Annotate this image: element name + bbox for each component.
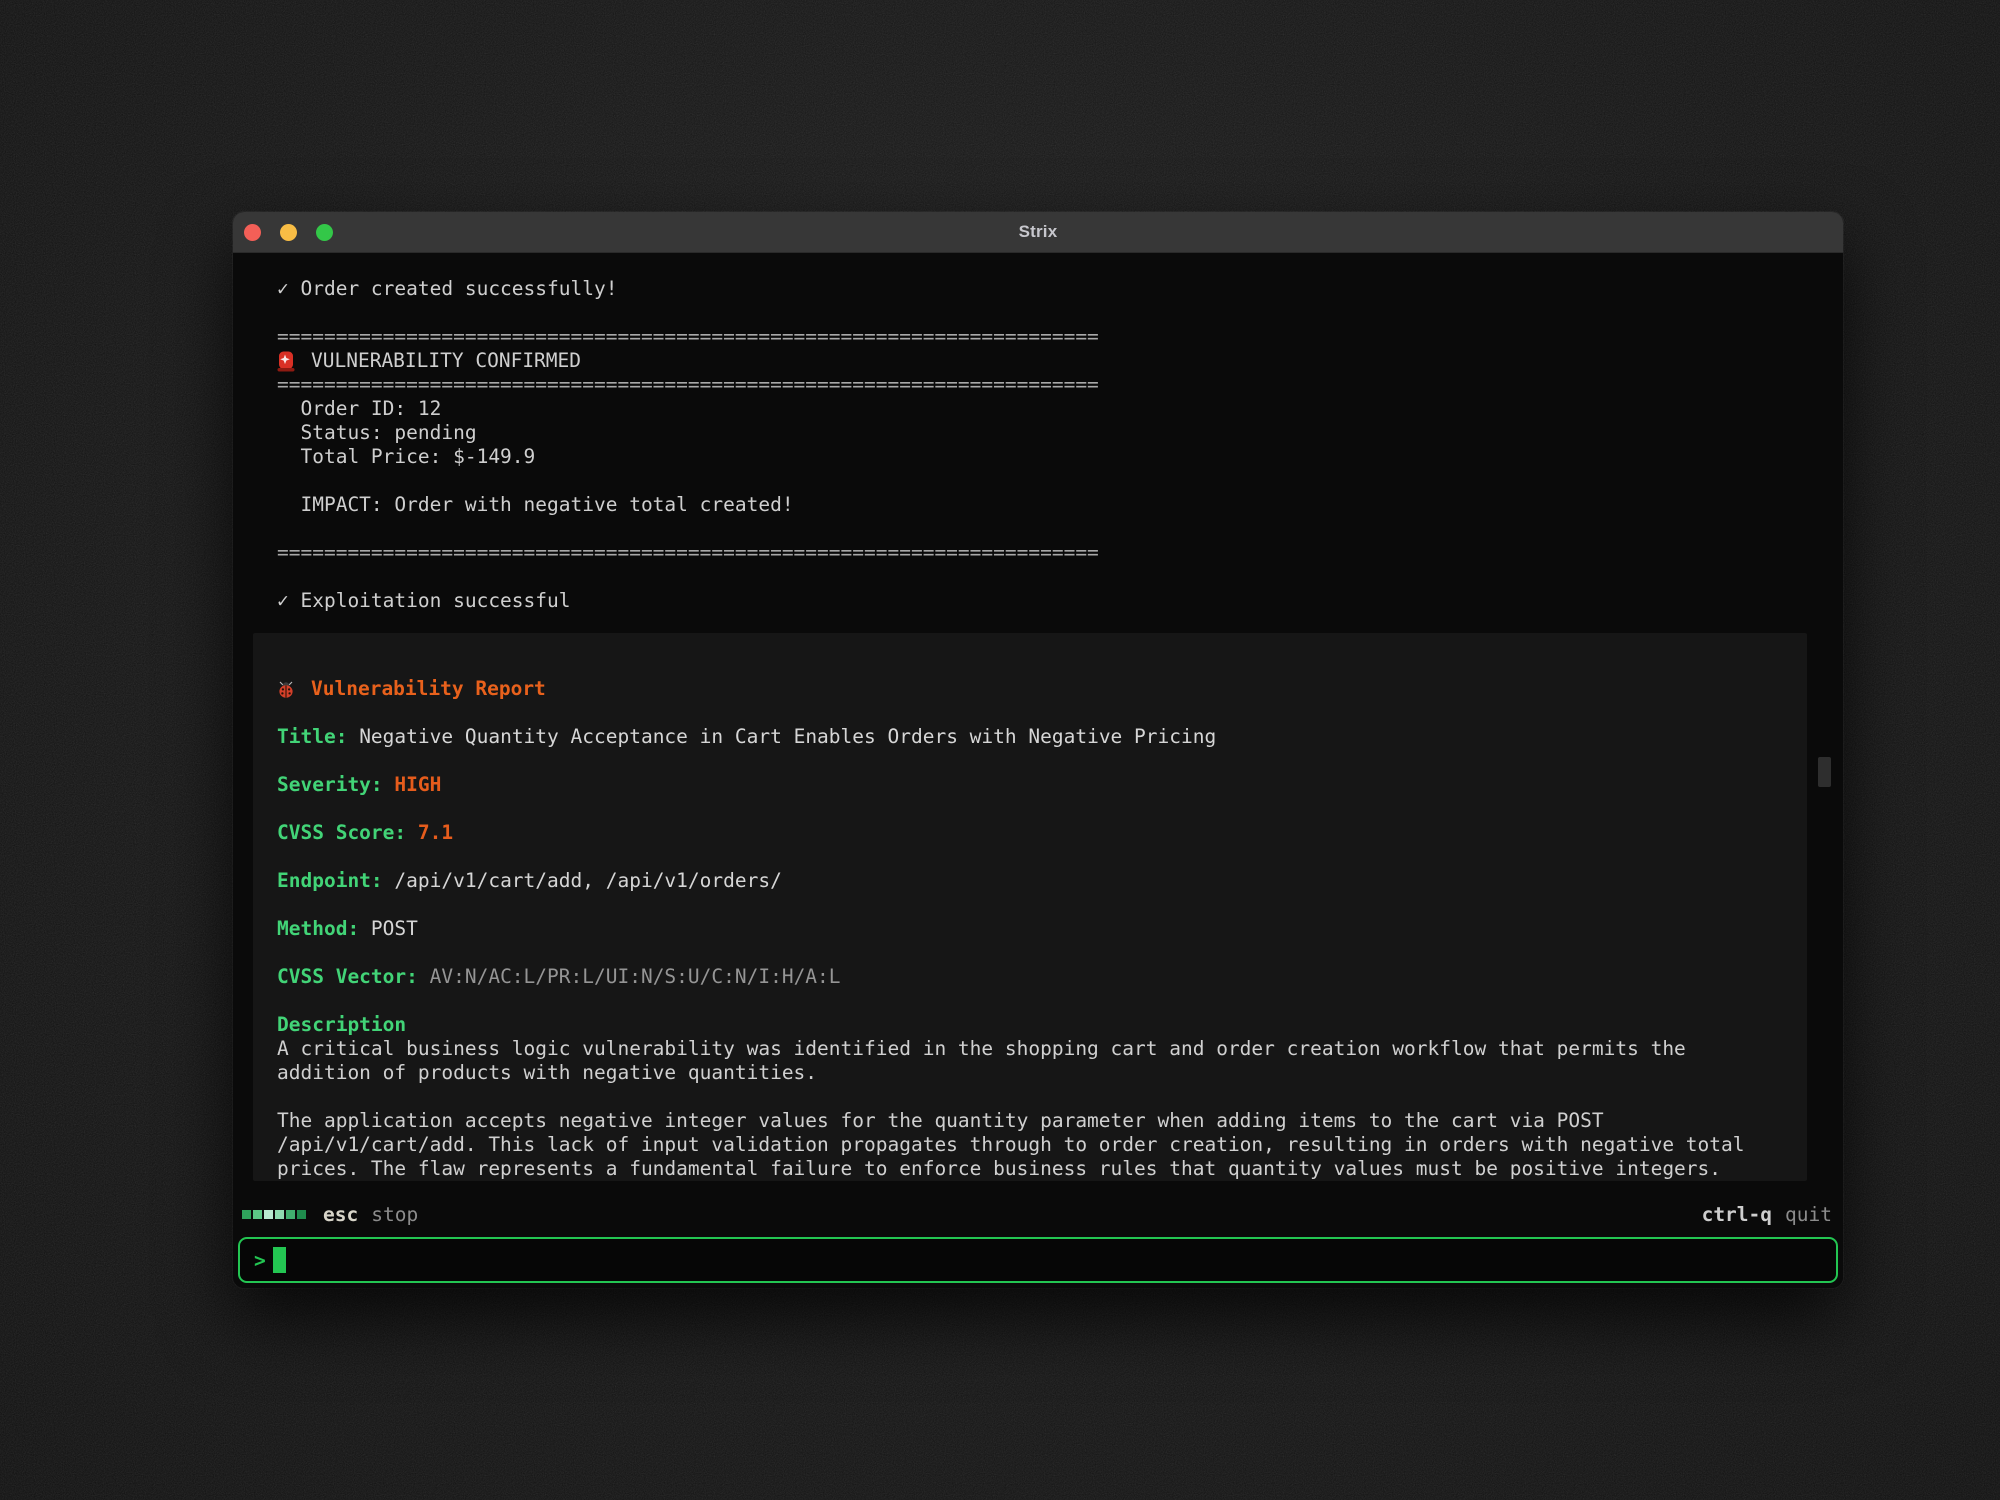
activity-dot <box>297 1210 306 1219</box>
separator-line: ========================================… <box>277 325 1843 349</box>
report-title: Vulnerability Report <box>311 677 546 701</box>
report-header-line: Vulnerability Report <box>277 677 1783 701</box>
report-field-title: Title: Negative Quantity Acceptance in C… <box>277 725 1783 749</box>
total-price-line: Total Price: $-149.9 <box>277 445 1843 469</box>
title-value: Negative Quantity Acceptance in Cart Ena… <box>347 725 1216 748</box>
input-area: > <box>233 1232 1843 1288</box>
exploitation-message: ✓ Exploitation successful <box>277 589 1843 613</box>
severity-label: Severity: <box>277 773 383 796</box>
quit-action-label: quit <box>1785 1203 1832 1226</box>
description-heading: Description <box>277 1013 1783 1037</box>
esc-key-hint: esc <box>323 1203 358 1226</box>
status-line: Status: pending <box>277 421 1843 445</box>
cvss-score-value: 7.1 <box>406 821 453 844</box>
severity-badge: HIGH <box>383 773 442 796</box>
activity-indicator <box>242 1210 306 1219</box>
report-field-endpoint: Endpoint: /api/v1/cart/add, /api/v1/orde… <box>277 869 1783 893</box>
cvss-vector-label: CVSS Vector: <box>277 965 418 988</box>
method-value: POST <box>359 917 418 940</box>
separator-line: ========================================… <box>277 541 1843 565</box>
prompt-chevron: > <box>254 1249 266 1272</box>
description-line: prices. The flaw represents a fundamenta… <box>277 1157 1783 1181</box>
description-line: The application accepts negative integer… <box>277 1109 1783 1133</box>
scrollbar-thumb[interactable] <box>1818 757 1831 787</box>
order-created-message: ✓ Order created successfully! <box>277 277 1843 301</box>
title-label: Title: <box>277 725 347 748</box>
cvss-score-label: CVSS Score: <box>277 821 406 844</box>
strix-window: Strix ✓ Order created successfully! ====… <box>233 212 1843 1288</box>
description-line: addition of products with negative quant… <box>277 1061 1783 1085</box>
endpoint-label: Endpoint: <box>277 869 383 892</box>
vulnerability-confirmed-label: VULNERABILITY CONFIRMED <box>311 349 581 373</box>
status-bar: esc stop ctrl-q quit <box>233 1196 1843 1232</box>
method-label: Method: <box>277 917 359 940</box>
activity-dot <box>286 1210 295 1219</box>
vulnerability-confirmed-line: VULNERABILITY CONFIRMED <box>277 349 1843 373</box>
impact-line: IMPACT: Order with negative total create… <box>277 493 1843 517</box>
window-title: Strix <box>233 222 1843 242</box>
esc-action-label: stop <box>371 1203 418 1226</box>
text-cursor <box>273 1247 286 1273</box>
description-line: /api/v1/cart/add. This lack of input val… <box>277 1133 1783 1157</box>
report-field-cvss-score: CVSS Score: 7.1 <box>277 821 1783 845</box>
activity-dot <box>264 1210 273 1219</box>
activity-dot <box>253 1210 262 1219</box>
endpoint-value: /api/v1/cart/add, /api/v1/orders/ <box>383 869 782 892</box>
order-id-line: Order ID: 12 <box>277 397 1843 421</box>
description-line: A critical business logic vulnerability … <box>277 1037 1783 1061</box>
report-field-method: Method: POST <box>277 917 1783 941</box>
report-field-cvss-vector: CVSS Vector: AV:N/AC:L/PR:L/UI:N/S:U/C:N… <box>277 965 1783 989</box>
title-bar: Strix <box>233 212 1843 253</box>
terminal-log: ✓ Order created successfully! ==========… <box>277 277 1843 613</box>
quit-key-hint: ctrl-q <box>1702 1203 1772 1226</box>
bug-icon <box>277 680 295 699</box>
terminal-output[interactable]: ✓ Order created successfully! ==========… <box>233 253 1843 1196</box>
report-field-severity: Severity: HIGH <box>277 773 1783 797</box>
command-input[interactable]: > <box>238 1237 1838 1283</box>
vulnerability-report-panel: Vulnerability Report Title: Negative Qua… <box>253 633 1807 1181</box>
activity-dot <box>242 1210 251 1219</box>
siren-icon <box>277 351 295 372</box>
activity-dot <box>275 1210 284 1219</box>
cvss-vector-value: AV:N/AC:L/PR:L/UI:N/S:U/C:N/I:H/A:L <box>418 965 841 988</box>
separator-line: ========================================… <box>277 373 1843 397</box>
